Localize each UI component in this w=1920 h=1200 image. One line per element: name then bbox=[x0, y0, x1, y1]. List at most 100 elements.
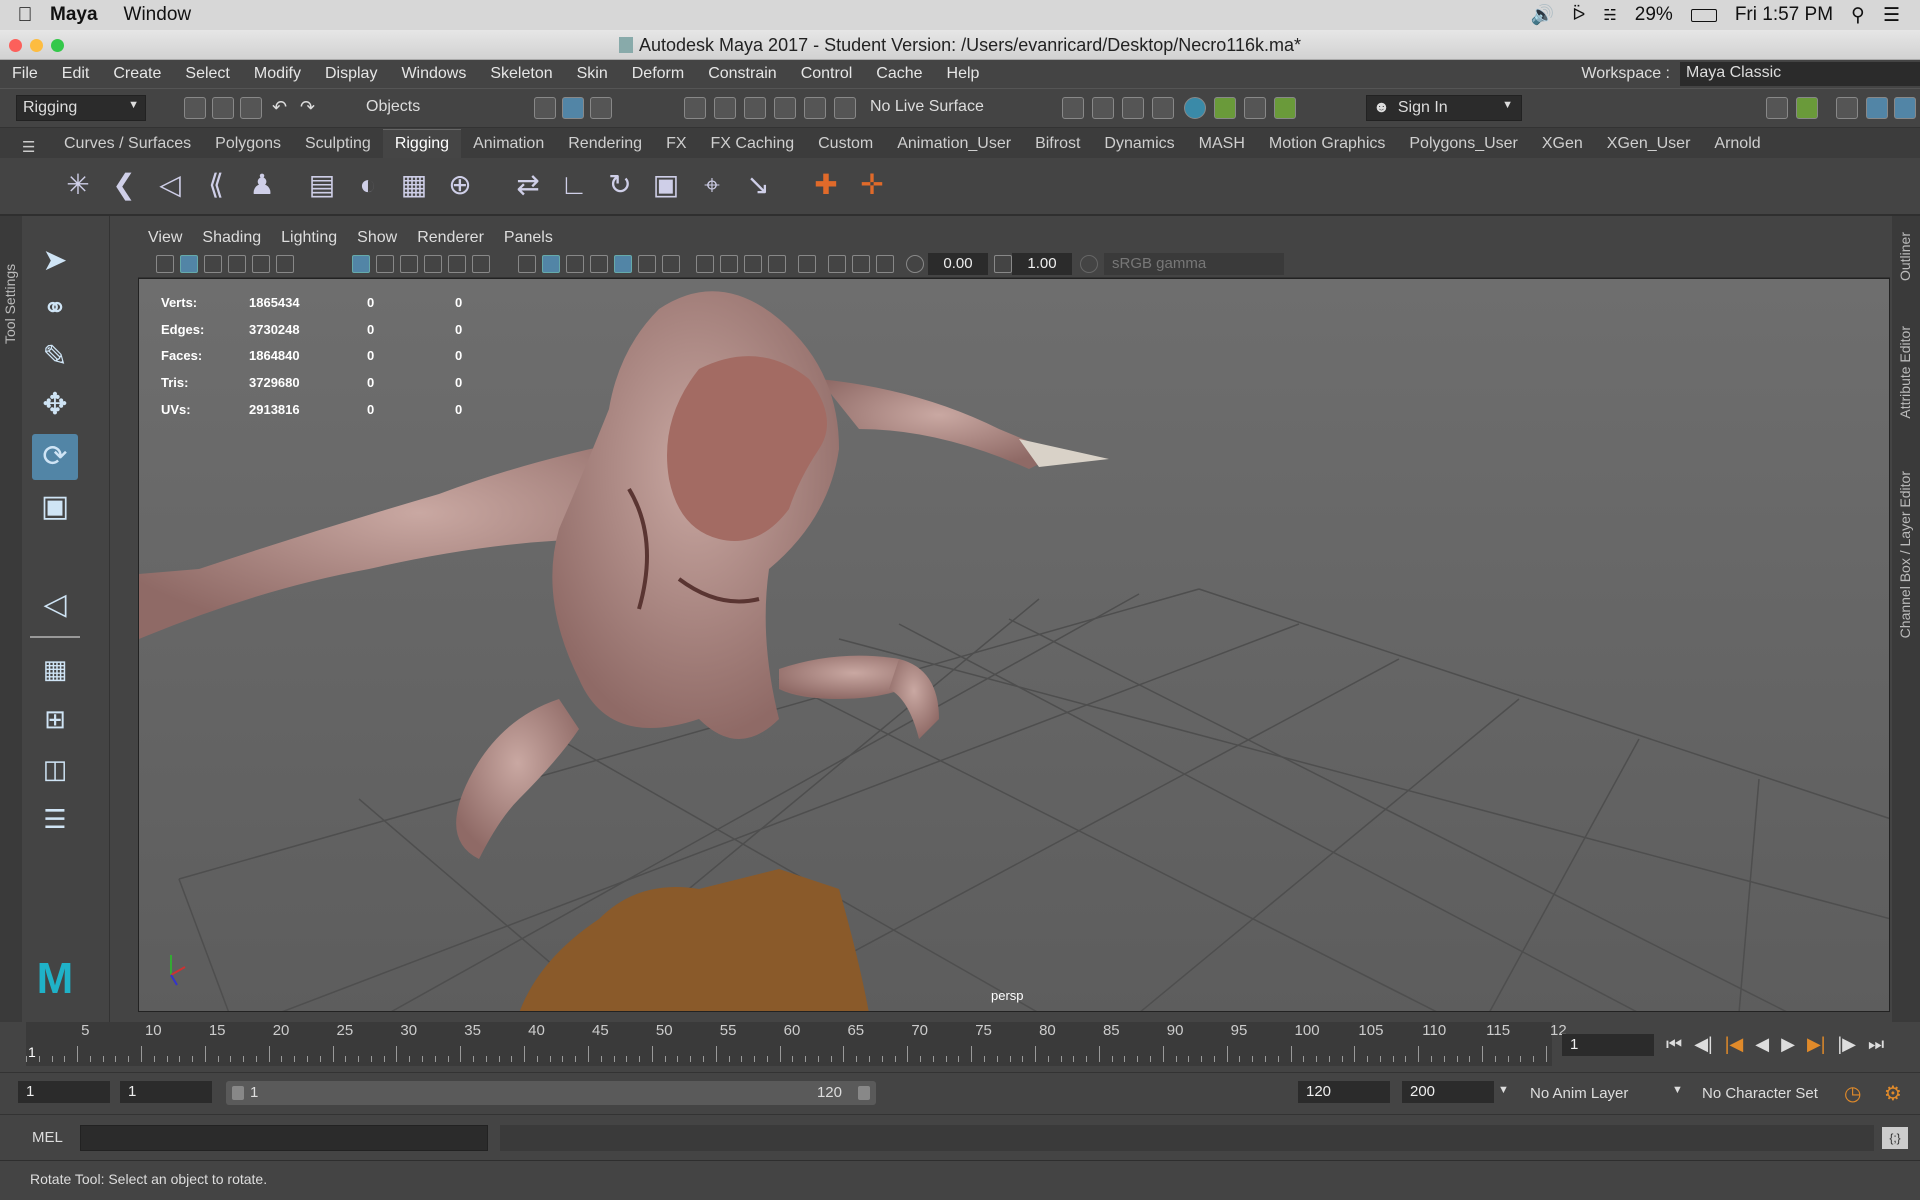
current-time-marker[interactable]: 1 bbox=[28, 1044, 36, 1060]
cluster-icon[interactable]: ⊕ bbox=[442, 167, 478, 203]
shelf-tab-animation[interactable]: Animation bbox=[461, 130, 556, 158]
ipr-render-icon[interactable] bbox=[1122, 97, 1144, 119]
menu-constrain[interactable]: Constrain bbox=[696, 65, 788, 83]
two-pane-layout-icon[interactable]: ◫ bbox=[32, 746, 78, 792]
shelf-tab-fx-caching[interactable]: FX Caching bbox=[699, 130, 807, 158]
textured-icon[interactable] bbox=[614, 255, 632, 273]
lasso-tool-icon[interactable]: ⚭ bbox=[32, 286, 78, 332]
image-plane-icon[interactable] bbox=[228, 255, 246, 273]
anim-layer-dropdown[interactable]: No Anim Layer bbox=[1530, 1085, 1628, 1102]
make-live-icon[interactable] bbox=[834, 97, 856, 119]
film-gate-icon[interactable] bbox=[376, 255, 394, 273]
menu-edit[interactable]: Edit bbox=[50, 65, 102, 83]
play-backwards-icon[interactable]: ◀ bbox=[1755, 1034, 1769, 1055]
menu-windows[interactable]: Windows bbox=[389, 65, 478, 83]
field-chart-icon[interactable] bbox=[448, 255, 466, 273]
shelf-menu-icon[interactable]: ☰ bbox=[22, 138, 35, 156]
spotlight-search-icon[interactable]: ⚲ bbox=[1851, 4, 1865, 27]
snap-surface-icon[interactable] bbox=[804, 97, 826, 119]
quick-rig-icon[interactable]: ♟ bbox=[244, 167, 280, 203]
xray-joints-icon[interactable] bbox=[876, 255, 894, 273]
safe-action-icon[interactable] bbox=[472, 255, 490, 273]
snap-curve-icon[interactable] bbox=[714, 97, 736, 119]
anim-preferences-icon[interactable]: ⚙ bbox=[1884, 1081, 1902, 1106]
shelf-tab-dynamics[interactable]: Dynamics bbox=[1092, 130, 1186, 158]
play-forwards-icon[interactable]: ▶ bbox=[1781, 1034, 1795, 1055]
shelf-tab-rigging[interactable]: Rigging bbox=[382, 129, 462, 158]
shelf-tab-motion-graphics[interactable]: Motion Graphics bbox=[1257, 130, 1398, 158]
command-input[interactable] bbox=[80, 1125, 488, 1151]
snap-view-icon[interactable] bbox=[774, 97, 796, 119]
select-hierarchy-icon[interactable] bbox=[534, 97, 556, 119]
panel-menu-shading[interactable]: Shading bbox=[192, 229, 271, 247]
channel-box-layer-editor-tab[interactable]: Channel Box / Layer Editor bbox=[1897, 471, 1913, 638]
select-component-icon[interactable] bbox=[590, 97, 612, 119]
bookmarks-icon[interactable] bbox=[204, 255, 222, 273]
go-to-start-icon[interactable]: ⏮ bbox=[1666, 1034, 1682, 1055]
aim-constraint-icon[interactable]: ⌖ bbox=[694, 167, 730, 203]
ik-handle-icon[interactable]: ◁ bbox=[152, 167, 188, 203]
layer-editor-toggle-icon[interactable] bbox=[1894, 97, 1916, 119]
human-ik-icon[interactable] bbox=[1796, 97, 1818, 119]
bluetooth-icon[interactable]: ᐇ bbox=[1572, 5, 1585, 25]
shelf-tab-arnold[interactable]: Arnold bbox=[1702, 130, 1772, 158]
zoom-window-button[interactable] bbox=[51, 39, 64, 52]
save-scene-icon[interactable] bbox=[240, 97, 262, 119]
panel-menu-lighting[interactable]: Lighting bbox=[271, 229, 347, 247]
light-editor-icon[interactable] bbox=[1244, 97, 1266, 119]
menu-modify[interactable]: Modify bbox=[242, 65, 313, 83]
create-joints-icon[interactable]: ✳ bbox=[60, 167, 96, 203]
ik-spline-icon[interactable]: ⟪ bbox=[198, 167, 234, 203]
menu-help[interactable]: Help bbox=[935, 65, 992, 83]
shelf-tab-polygons-user[interactable]: Polygons_User bbox=[1397, 130, 1530, 158]
script-language-label[interactable]: MEL bbox=[32, 1129, 63, 1146]
paint-weights-icon[interactable]: ◐ bbox=[350, 167, 386, 203]
time-ruler[interactable]: 5 10 15 20 25 30 35 40 45 50 55 60 65 70 75 80 85 90 95 100… bbox=[26, 1022, 1567, 1066]
grease-pencil-icon[interactable] bbox=[276, 255, 294, 273]
render-setup-icon[interactable] bbox=[1214, 97, 1236, 119]
wireframe-on-shaded-icon[interactable] bbox=[566, 255, 584, 273]
shelf-tab-curves-surfaces[interactable]: Curves / Surfaces bbox=[52, 130, 203, 158]
go-to-end-icon[interactable]: ⏭ bbox=[1868, 1034, 1884, 1055]
menu-control[interactable]: Control bbox=[789, 65, 865, 83]
panel-menu-renderer[interactable]: Renderer bbox=[407, 229, 494, 247]
character-set-dropdown[interactable]: No Character Set bbox=[1702, 1085, 1818, 1102]
channel-box-toggle-icon[interactable] bbox=[1866, 97, 1888, 119]
perspective-viewport[interactable]: Verts: 1865434 0 0 Edges: 3730248 0 0 Faces: 18… bbox=[138, 278, 1890, 1012]
anti-aliasing-icon[interactable] bbox=[744, 255, 762, 273]
point-constraint-icon[interactable]: ∟ bbox=[556, 167, 592, 203]
menu-skin[interactable]: Skin bbox=[565, 65, 620, 83]
xray-active-icon[interactable] bbox=[852, 255, 870, 273]
paint-select-tool-icon[interactable]: ✎ bbox=[32, 334, 78, 380]
step-forward-key-icon[interactable]: ▶| bbox=[1807, 1034, 1826, 1055]
render-view-icon[interactable] bbox=[1062, 97, 1084, 119]
color-management-icon[interactable] bbox=[1080, 255, 1098, 273]
menu-display[interactable]: Display bbox=[313, 65, 389, 83]
menu-skeleton[interactable]: Skeleton bbox=[478, 65, 564, 83]
range-handle-left[interactable] bbox=[232, 1086, 244, 1100]
shelf-tab-mash[interactable]: MASH bbox=[1187, 130, 1257, 158]
view-transform-dropdown[interactable]: sRGB gamma bbox=[1104, 253, 1284, 275]
xray-icon[interactable] bbox=[828, 255, 846, 273]
menu-file[interactable]: File bbox=[0, 65, 50, 83]
live-surface-field[interactable]: No Live Surface bbox=[864, 95, 1014, 121]
camera-attributes-icon[interactable] bbox=[180, 255, 198, 273]
shelf-tab-sculpting[interactable]: Sculpting bbox=[293, 130, 383, 158]
open-scene-icon[interactable] bbox=[212, 97, 234, 119]
resolution-gate-icon[interactable] bbox=[400, 255, 418, 273]
range-slider-bar[interactable]: 1 120 bbox=[226, 1081, 876, 1105]
shelf-tab-animation-user[interactable]: Animation_User bbox=[885, 130, 1023, 158]
default-material-icon[interactable] bbox=[590, 255, 608, 273]
use-all-lights-icon[interactable] bbox=[638, 255, 656, 273]
minimize-window-button[interactable] bbox=[30, 39, 43, 52]
outliner-layout-icon[interactable]: ☰ bbox=[32, 796, 78, 842]
chevron-down-icon[interactable]: ▼ bbox=[1672, 1084, 1683, 1096]
depth-of-field-icon[interactable] bbox=[768, 255, 786, 273]
move-tool-icon[interactable]: ✥ bbox=[32, 382, 78, 428]
apple-icon[interactable]:  bbox=[0, 4, 50, 27]
pause-viewport-icon[interactable] bbox=[1274, 97, 1296, 119]
attribute-editor-toggle-icon[interactable] bbox=[1836, 97, 1858, 119]
ambient-occlusion-icon[interactable] bbox=[696, 255, 714, 273]
redo-icon[interactable]: ↷ bbox=[300, 97, 322, 119]
mac-app-menu[interactable]: Maya bbox=[50, 4, 98, 26]
